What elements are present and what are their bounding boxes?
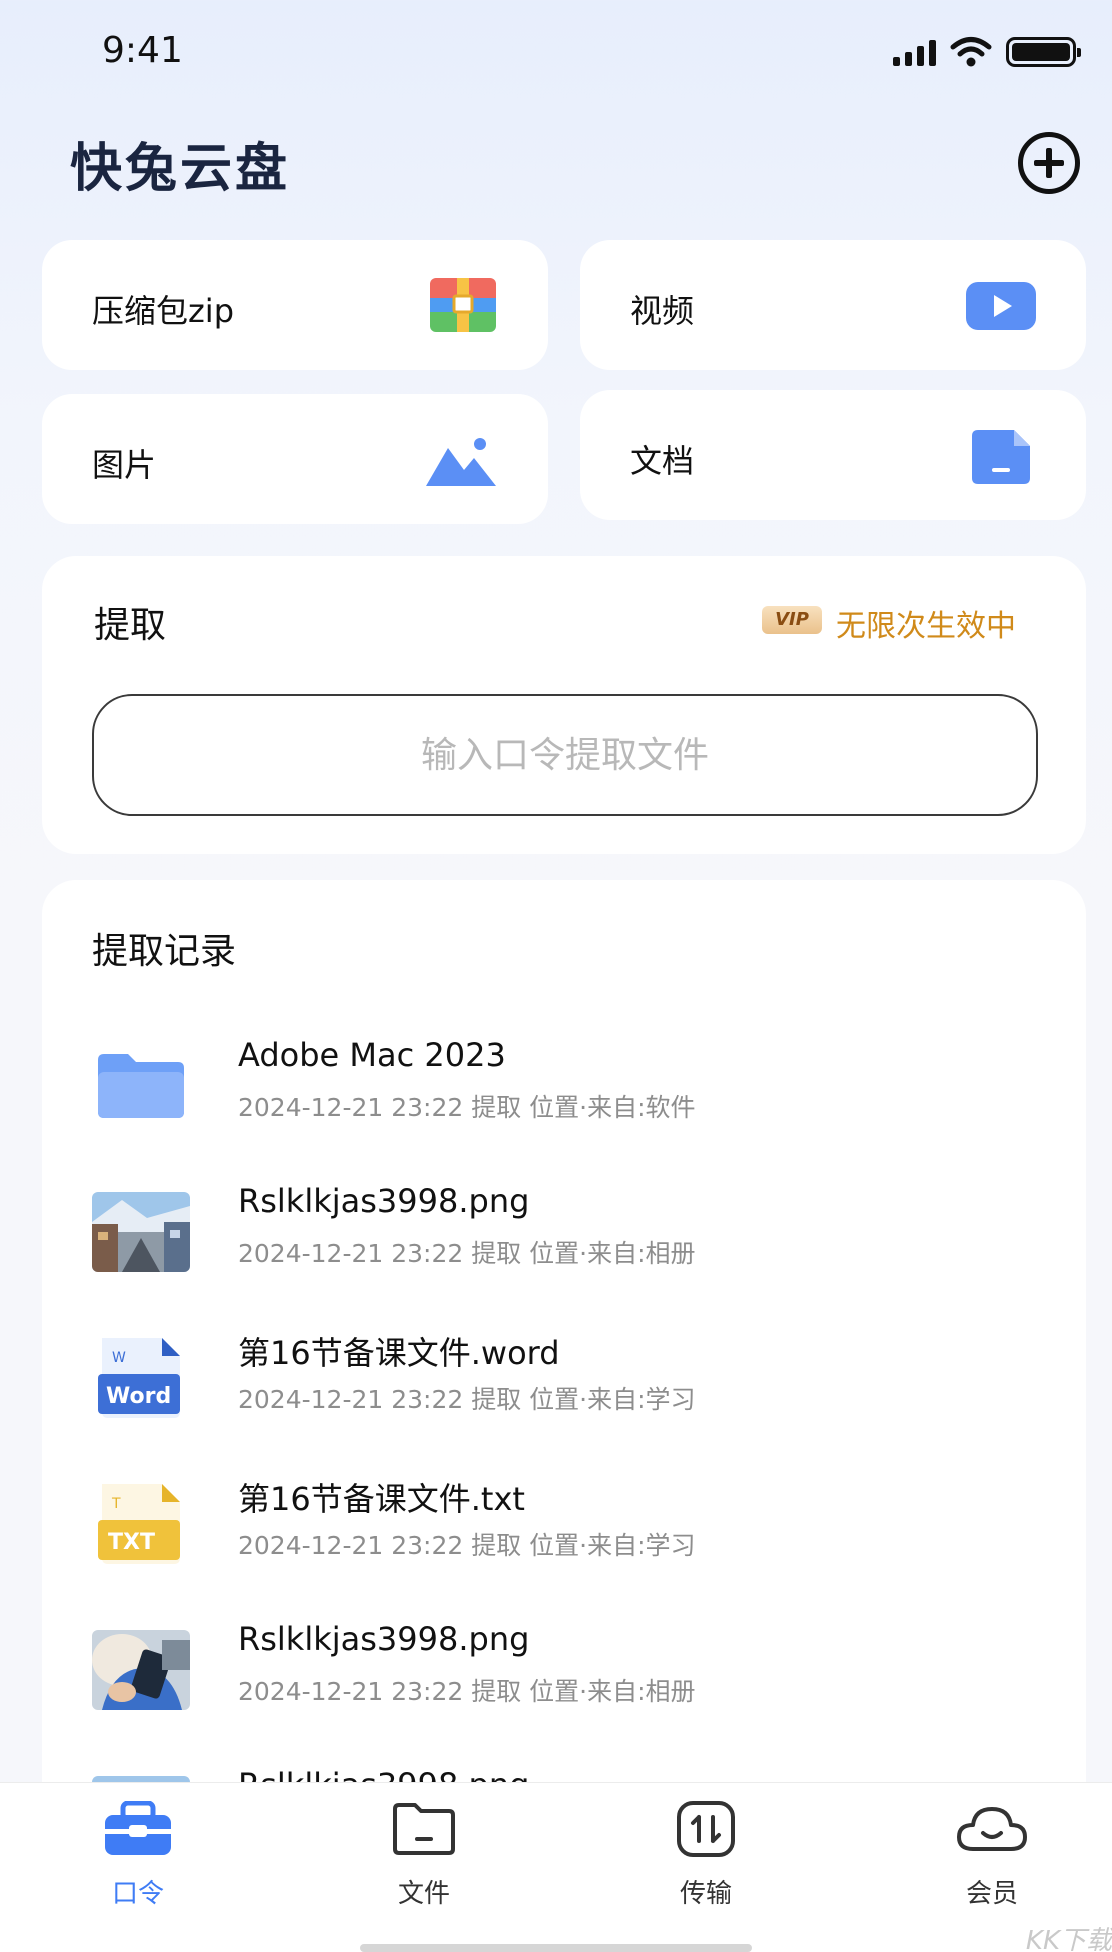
tab-files[interactable]: 文件 xyxy=(344,1801,504,1921)
extract-title: 提取 xyxy=(94,605,167,646)
txt-file-icon: T TXT xyxy=(98,1484,180,1564)
svg-text:T: T xyxy=(111,1496,121,1512)
image-mountain-icon xyxy=(426,438,496,486)
street-photo-thumbnail xyxy=(92,1192,190,1272)
app-title: 快兔云盘 xyxy=(70,139,291,199)
svg-text:W: W xyxy=(112,1350,126,1366)
records-title: 提取记录 xyxy=(92,931,237,972)
phone-photo-thumbnail xyxy=(92,1630,190,1710)
watermark: KK下载 xyxy=(1025,1926,1112,1952)
battery-icon xyxy=(1006,37,1081,67)
tab-transfer[interactable]: 传输 xyxy=(626,1801,786,1921)
record-name: Rslklkjas3998.png xyxy=(238,1620,530,1658)
tab-label: 口令 xyxy=(111,1879,164,1909)
record-meta: 2024-12-21 23:22 提取 位置·来自:学习 xyxy=(238,1531,696,1560)
record-name: 第16节备课文件.txt xyxy=(238,1480,525,1518)
cellular-signal-icon xyxy=(893,38,936,66)
record-row[interactable]: W Word 第16节备课文件.word 2024-12-21 23:22 提取… xyxy=(42,1328,1086,1446)
svg-text:Word: Word xyxy=(106,1384,171,1409)
cloud-icon xyxy=(957,1807,1027,1851)
document-icon xyxy=(972,430,1030,484)
folder-outline-icon xyxy=(393,1803,455,1855)
category-zip-card[interactable]: 压缩包zip xyxy=(42,240,548,370)
status-icons xyxy=(893,36,1081,68)
record-row[interactable]: Rslklkjas3998.png 2024-12-21 23:22 提取 位置… xyxy=(42,1182,1086,1300)
tab-label: 传输 xyxy=(679,1879,732,1909)
category-label: 图片 xyxy=(92,446,157,484)
word-file-icon: W Word xyxy=(98,1338,180,1418)
record-meta: 2024-12-21 23:22 提取 位置·来自:学习 xyxy=(238,1385,696,1414)
home-indicator xyxy=(360,1944,752,1952)
record-meta: 2024-12-21 23:22 提取 位置·来自:软件 xyxy=(238,1093,696,1122)
tab-label: 会员 xyxy=(965,1879,1018,1909)
passcode-input[interactable] xyxy=(92,694,1038,816)
toolbox-icon xyxy=(105,1801,171,1855)
video-play-icon xyxy=(966,282,1036,330)
category-document-card[interactable]: 文档 xyxy=(580,390,1086,520)
vip-badge: VIP xyxy=(762,606,822,634)
record-name: 第16节备课文件.word xyxy=(238,1334,560,1372)
folder-icon xyxy=(98,1054,184,1118)
record-meta: 2024-12-21 23:22 提取 位置·来自:相册 xyxy=(238,1677,696,1706)
status-time: 9:41 xyxy=(102,30,183,71)
category-image-card[interactable]: 图片 xyxy=(42,394,548,524)
status-bar: 9:41 xyxy=(0,0,1112,100)
record-name: Adobe Mac 2023 xyxy=(238,1036,506,1074)
transfer-icon xyxy=(677,1801,735,1857)
wifi-icon xyxy=(950,37,992,67)
zip-archive-icon xyxy=(430,278,496,332)
record-row[interactable]: Rslklkjas3998.png 2024-12-21 23:22 提取 位置… xyxy=(42,1620,1086,1738)
record-meta: 2024-12-21 23:22 提取 位置·来自:相册 xyxy=(238,1239,696,1268)
category-label: 压缩包zip xyxy=(92,292,235,330)
tab-membership[interactable]: 会员 xyxy=(912,1801,1072,1921)
bottom-tab-bar: 口令 文件 传输 会员 xyxy=(0,1782,1112,1952)
svg-text:TXT: TXT xyxy=(108,1530,155,1555)
category-video-card[interactable]: 视频 xyxy=(580,240,1086,370)
extract-card: 提取 VIP 无限次生效中 xyxy=(42,556,1086,854)
category-label: 视频 xyxy=(630,292,695,330)
record-name: Rslklkjas3998.png xyxy=(238,1182,530,1220)
vip-status-text: 无限次生效中 xyxy=(836,609,1016,644)
tab-passcode[interactable]: 口令 xyxy=(58,1801,218,1921)
record-row[interactable]: T TXT 第16节备课文件.txt 2024-12-21 23:22 提取 位… xyxy=(42,1474,1086,1592)
add-button[interactable] xyxy=(1018,132,1080,194)
record-row[interactable]: Adobe Mac 2023 2024-12-21 23:22 提取 位置·来自… xyxy=(42,1036,1086,1154)
category-label: 文档 xyxy=(630,442,695,480)
tab-label: 文件 xyxy=(397,1879,450,1909)
